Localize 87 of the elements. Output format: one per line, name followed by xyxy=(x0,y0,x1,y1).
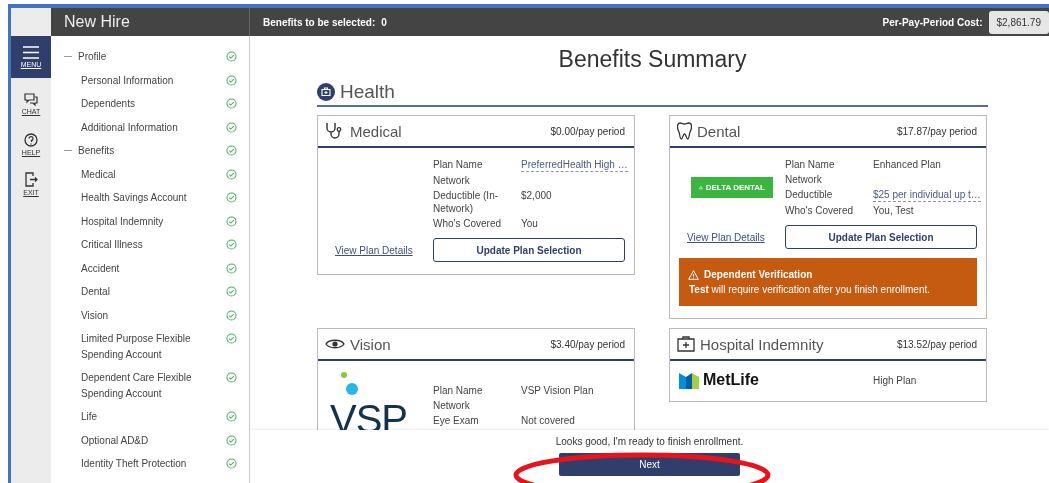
card-title: Medical xyxy=(350,122,402,140)
detail-value: Enhanced Plan xyxy=(873,158,942,171)
check-icon xyxy=(226,168,237,180)
card-price: $17.87/pay period xyxy=(896,125,977,137)
card-title: Hospital Indemnity xyxy=(700,335,824,353)
card-price: $0.00/pay period xyxy=(550,125,625,137)
check-icon xyxy=(226,411,237,423)
detail-value: You xyxy=(521,217,539,230)
detail-value: You, Test xyxy=(873,204,915,217)
cost-label: Per-Pay-Period Cost: xyxy=(882,16,983,28)
detail-value[interactable]: PreferredHealth High … xyxy=(521,158,628,172)
check-icon xyxy=(226,286,237,298)
metlife-logo: MetLife xyxy=(679,371,785,389)
footer-message: Looks good, I'm ready to finish enrollment. xyxy=(555,436,744,447)
detail-label: Network xyxy=(433,398,471,412)
page-title: Benefits Summary xyxy=(557,46,748,73)
detail-label: Deductible (In-Network) xyxy=(433,189,500,215)
detail-label: Plan Name xyxy=(433,383,484,397)
nav-item[interactable]: Critical Illness xyxy=(81,237,143,253)
view-plan-link[interactable]: View Plan Details xyxy=(327,244,433,256)
benefits-remaining-count: 0 xyxy=(381,16,387,28)
chat-icon xyxy=(24,93,38,106)
briefcase-icon xyxy=(317,83,335,101)
detail-value[interactable]: $25 per individual up t… xyxy=(873,188,981,202)
check-icon xyxy=(226,51,237,63)
check-icon xyxy=(226,458,237,470)
check-icon xyxy=(226,333,237,345)
check-icon xyxy=(226,74,237,86)
detail-label: Eye Exam xyxy=(433,413,480,427)
detail-value: Not covered xyxy=(521,413,576,427)
nav-item[interactable]: Dependents xyxy=(81,96,135,112)
check-icon xyxy=(226,239,237,251)
first-aid-kit-icon xyxy=(677,336,695,352)
detail-label: Network xyxy=(433,174,471,187)
card-price: $13.52/pay period xyxy=(896,338,977,350)
nav-item[interactable]: Identity Theft Protection xyxy=(81,456,187,472)
nav-item[interactable]: Optional AD&D xyxy=(81,432,149,448)
check-icon xyxy=(226,309,237,321)
view-plan-link[interactable]: View Plan Details xyxy=(679,231,785,243)
check-icon xyxy=(226,145,237,157)
eye-icon xyxy=(325,338,345,350)
check-icon xyxy=(226,434,237,446)
delta-dental-logo: DELTA DENTAL xyxy=(691,177,773,198)
check-icon xyxy=(226,121,237,133)
detail-label: Who's Covered xyxy=(433,217,503,230)
check-icon xyxy=(226,215,237,227)
nav-item[interactable]: Life xyxy=(81,409,98,425)
nav-item[interactable]: Dental xyxy=(81,284,110,300)
detail-value: $2,000 xyxy=(521,189,553,202)
cost-value: $2,861.79 xyxy=(988,10,1049,34)
check-icon xyxy=(226,262,237,274)
nav-section[interactable]: Benefits xyxy=(64,143,115,159)
detail-label: Plan Name xyxy=(433,158,484,172)
exit-icon xyxy=(24,172,38,187)
detail-value: VSP Vision Plan xyxy=(521,383,595,397)
detail-label: Who's Covered xyxy=(785,204,855,217)
detail-value: High Plan xyxy=(873,373,918,387)
card-title: Dental xyxy=(697,122,741,140)
help-icon xyxy=(24,132,38,147)
nav-item[interactable]: Vision xyxy=(81,307,109,323)
benefits-remaining-label: Benefits to be selected: xyxy=(263,16,376,28)
nav-item[interactable]: Health Savings Account xyxy=(81,190,187,206)
detail-label: Deductible xyxy=(785,188,834,202)
section-title: Health xyxy=(340,81,395,103)
card-price: $3.40/pay period xyxy=(550,338,625,350)
nav-item[interactable]: Accident xyxy=(81,260,120,276)
nav-item[interactable]: Dependent Care Flexible Spending Account xyxy=(81,370,201,401)
app-title: New Hire xyxy=(51,8,250,36)
nav-item[interactable]: Additional Information xyxy=(81,119,178,135)
update-plan-button[interactable]: Update Plan Selection xyxy=(433,238,625,262)
update-plan-button[interactable]: Update Plan Selection xyxy=(785,225,977,249)
check-icon xyxy=(226,372,237,384)
nav-item[interactable]: Personal Information xyxy=(81,72,174,88)
card-title: Vision xyxy=(350,335,391,353)
tooth-icon xyxy=(677,122,692,140)
check-icon xyxy=(226,192,237,204)
alert-title: Dependent Verification xyxy=(704,268,813,282)
nav-section[interactable]: Profile xyxy=(64,49,107,65)
nav-item[interactable]: Medical xyxy=(81,166,116,182)
warning-icon xyxy=(688,269,699,280)
detail-label: Network xyxy=(785,173,823,186)
detail-label: Plan Name xyxy=(785,158,836,171)
alert-text: Test will require verification after you finish enrollment. xyxy=(688,283,932,297)
check-icon xyxy=(226,98,237,110)
nav-item[interactable]: Limited Purpose Flexible Spending Account xyxy=(81,331,201,362)
menu-icon xyxy=(23,46,39,59)
nav-item[interactable]: Hospital Indemnity xyxy=(81,213,164,229)
